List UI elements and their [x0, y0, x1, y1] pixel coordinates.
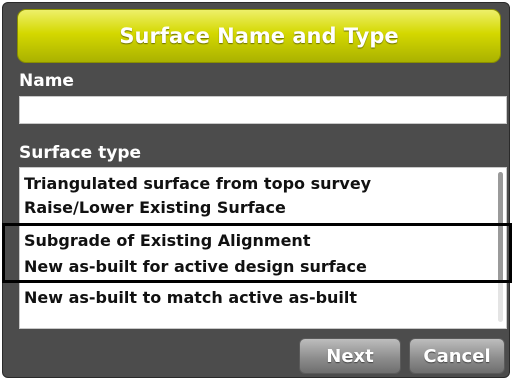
surface-type-option-triangulated[interactable]: Triangulated surface from topo survey — [24, 172, 371, 196]
dialog-title: Surface Name and Type — [17, 9, 501, 63]
surface-type-option-subgrade[interactable]: Subgrade of Existing Alignment — [24, 229, 310, 253]
name-input[interactable] — [19, 96, 507, 124]
cancel-button[interactable]: Cancel — [409, 338, 505, 374]
scrollbar-thumb[interactable] — [498, 172, 503, 282]
surface-type-list[interactable]: Triangulated surface from topo survey Ra… — [19, 167, 507, 329]
surface-type-option-as-built-match[interactable]: New as-built to match active as-built — [24, 286, 357, 310]
list-scrollbar[interactable] — [498, 172, 503, 322]
name-label: Name — [19, 71, 74, 91]
surface-name-type-dialog: Surface Name and Type Name Surface type … — [2, 2, 510, 378]
surface-type-option-raise-lower[interactable]: Raise/Lower Existing Surface — [24, 196, 286, 220]
surface-type-option-as-built-design[interactable]: New as-built for active design surface — [24, 255, 367, 279]
surface-type-label: Surface type — [19, 143, 142, 163]
next-button[interactable]: Next — [299, 338, 401, 374]
